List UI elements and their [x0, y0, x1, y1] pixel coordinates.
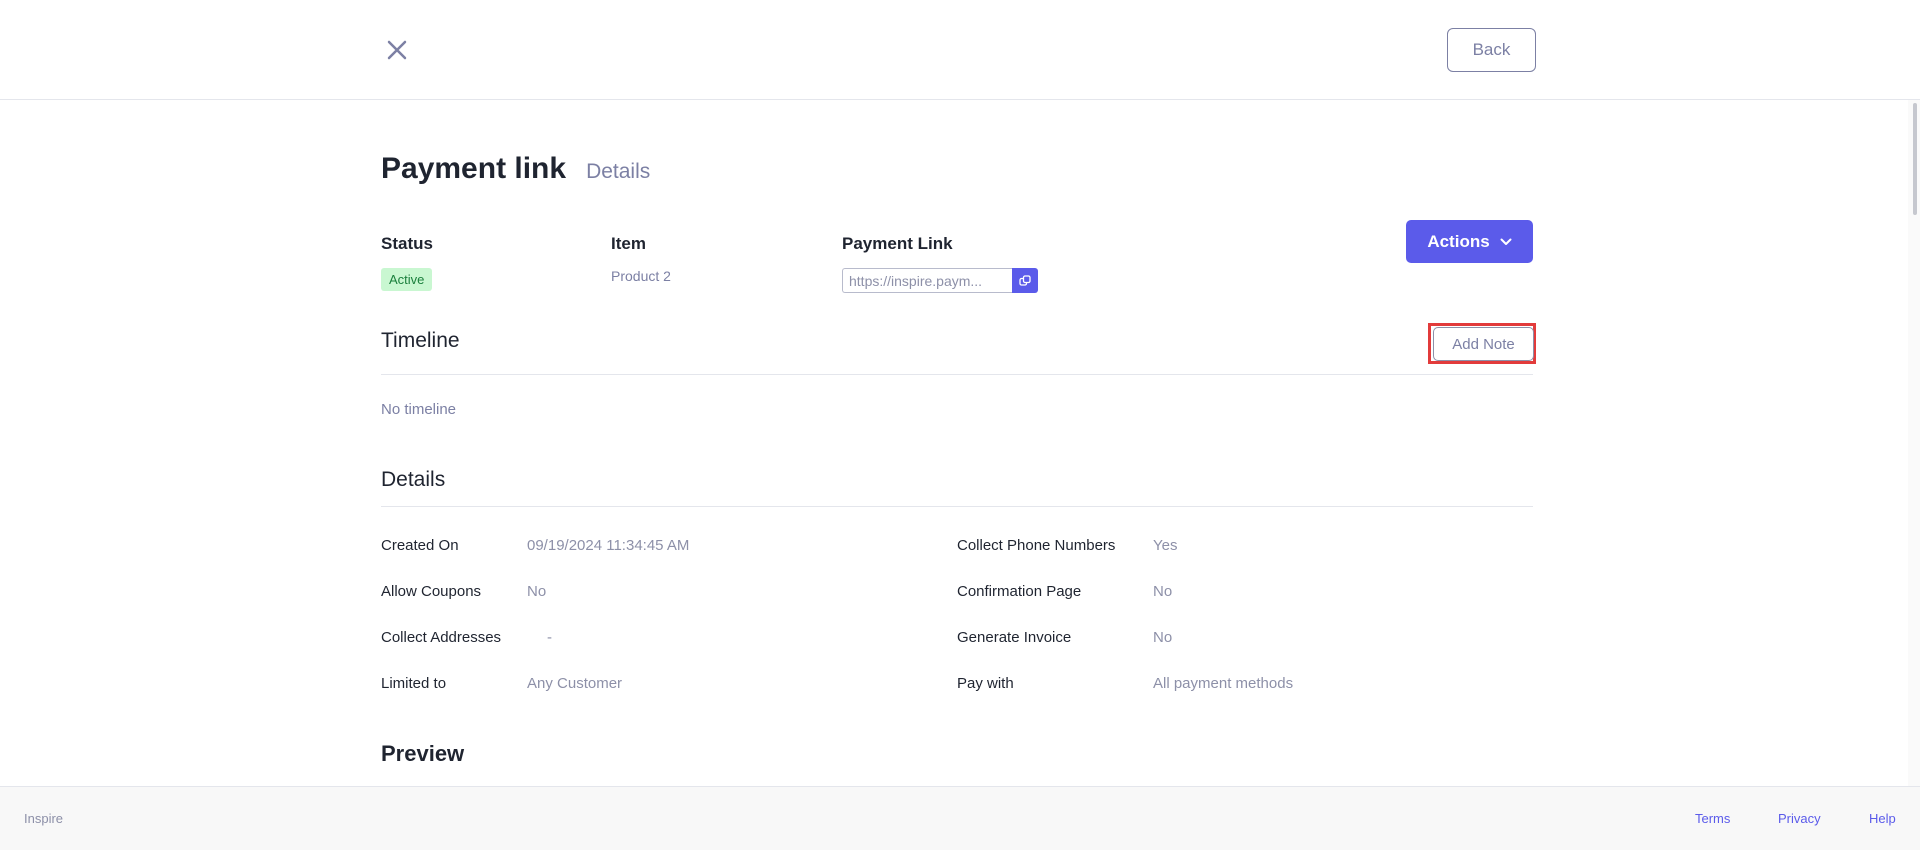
- detail-label: Collect Phone Numbers: [957, 537, 1116, 554]
- chevron-down-icon: [1500, 238, 1512, 245]
- detail-label: Allow Coupons: [381, 583, 482, 600]
- detail-label: Collect Addresses: [381, 629, 502, 646]
- main-content: Payment link Details Status Active Item …: [381, 100, 1536, 786]
- timeline-divider: [381, 374, 1533, 375]
- actions-button[interactable]: Actions: [1406, 220, 1533, 263]
- detail-label: Pay with: [957, 675, 1014, 692]
- detail-value: Yes: [1153, 537, 1178, 554]
- details-title: Details: [381, 468, 446, 491]
- item-value: Product 2: [611, 268, 671, 284]
- footer-brand: Inspire: [24, 811, 64, 826]
- top-bar: Back: [0, 0, 1920, 100]
- detail-value: Any Customer: [527, 675, 623, 692]
- payment-link-field: [842, 268, 1038, 293]
- timeline-title: Timeline: [381, 329, 460, 352]
- preview-title: Preview: [381, 741, 465, 766]
- page-title: Payment link: [381, 152, 567, 185]
- add-note-button[interactable]: Add Note: [1433, 327, 1534, 361]
- status-badge: Active: [381, 268, 433, 291]
- detail-label: Created On: [381, 537, 459, 554]
- footer: Inspire Terms Privacy Help: [0, 786, 1920, 850]
- page-subtitle: Details: [586, 160, 651, 183]
- detail-label: Limited to: [381, 675, 447, 692]
- back-button[interactable]: Back: [1447, 28, 1536, 72]
- detail-label: Generate Invoice: [957, 629, 1072, 646]
- close-icon: [387, 40, 407, 60]
- detail-value: -: [547, 629, 552, 646]
- detail-value: 09/19/2024 11:34:45 AM: [527, 537, 690, 554]
- title-row: Payment link Details: [381, 152, 650, 186]
- close-button[interactable]: [382, 35, 412, 65]
- detail-label: Confirmation Page: [957, 583, 1082, 600]
- detail-value: All payment methods: [1153, 675, 1294, 692]
- payment-link-input[interactable]: [842, 268, 1012, 293]
- actions-label: Actions: [1427, 231, 1490, 251]
- copy-link-button[interactable]: [1012, 268, 1038, 293]
- detail-value: No: [1153, 629, 1173, 646]
- footer-link-privacy[interactable]: Privacy: [1778, 811, 1821, 826]
- payment-link-label: Payment Link: [842, 234, 953, 253]
- footer-link-terms[interactable]: Terms: [1695, 811, 1730, 826]
- timeline-empty-text: No timeline: [381, 401, 457, 418]
- footer-link-help[interactable]: Help: [1869, 811, 1896, 826]
- copy-icon: [1019, 274, 1031, 286]
- item-label: Item: [611, 234, 646, 253]
- details-divider: [381, 506, 1533, 507]
- status-label: Status: [381, 234, 433, 253]
- scrollbar-thumb[interactable]: [1913, 103, 1917, 215]
- detail-value: No: [527, 583, 547, 600]
- detail-value: No: [1153, 583, 1173, 600]
